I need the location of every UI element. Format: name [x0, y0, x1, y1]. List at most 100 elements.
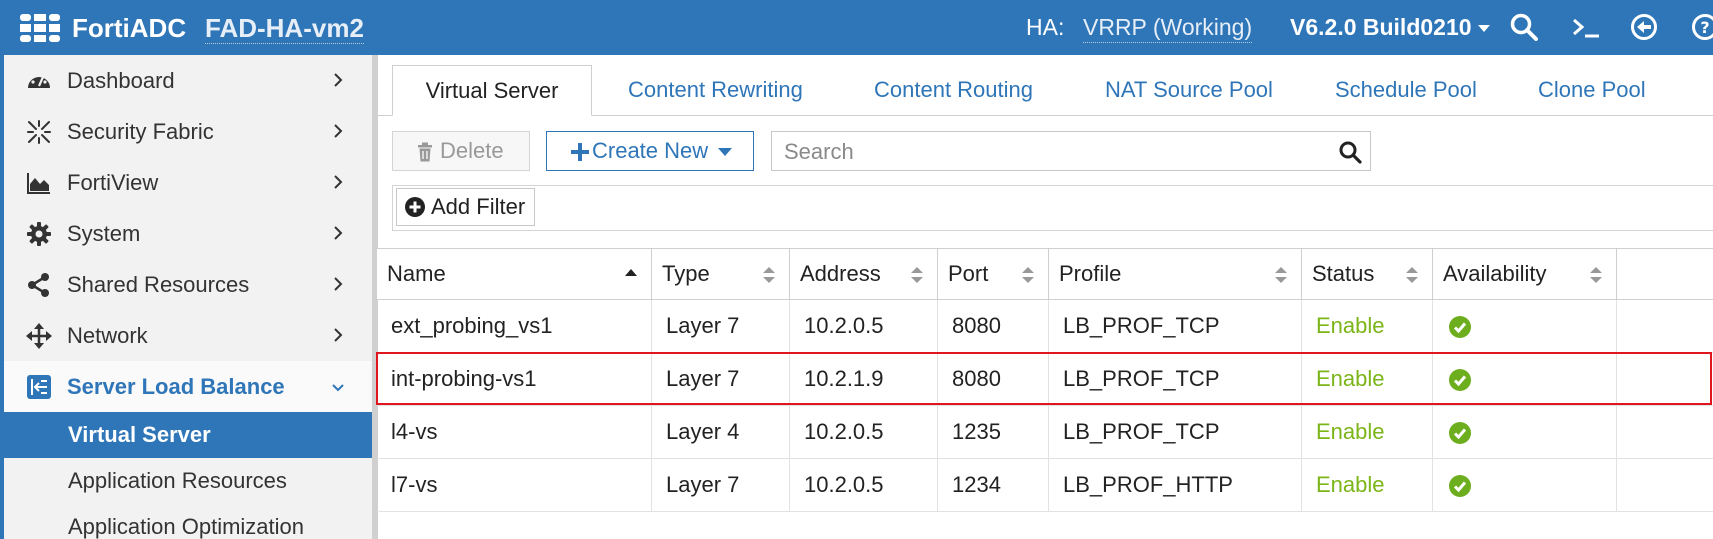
create-new-button[interactable]: Create New: [546, 131, 754, 171]
sidebar-item-label: Dashboard: [67, 68, 175, 93]
chevron-right-icon: [334, 226, 343, 240]
share-icon: [28, 273, 49, 297]
sort-icon: [763, 267, 775, 283]
sidebar-item-network[interactable]: Network: [4, 310, 372, 361]
delete-label: Delete: [440, 138, 504, 163]
check-circle-icon: [1449, 475, 1471, 497]
sidebar-subitem-application-resources[interactable]: Application Resources: [4, 458, 372, 504]
delete-button[interactable]: Delete: [392, 131, 530, 171]
column-header-type[interactable]: Type: [652, 249, 790, 300]
sidebar-subitem-label: Application Resources: [68, 468, 287, 493]
sidebar-subitem-virtual-server[interactable]: Virtual Server: [4, 412, 372, 458]
sidebar-item-system[interactable]: System: [4, 208, 372, 259]
version-dropdown[interactable]: V6.2.0 Build0210: [1290, 12, 1490, 42]
ha-status[interactable]: VRRP (Working): [1083, 12, 1253, 43]
chevron-right-icon: [334, 175, 343, 189]
column-header-port[interactable]: Port: [938, 249, 1049, 300]
column-header-availability[interactable]: Availability: [1433, 249, 1617, 300]
ha-label: HA:: [1026, 14, 1065, 40]
plus-icon: [571, 143, 589, 161]
cell-profile: LB_PROF_TCP: [1049, 300, 1302, 352]
version-label: V6.2.0 Build0210: [1290, 14, 1472, 40]
search-icon[interactable]: [1338, 140, 1362, 164]
chevron-right-icon: [334, 73, 343, 87]
column-label: Type: [662, 261, 710, 286]
column-label: Status: [1312, 261, 1375, 286]
cell-availability: [1433, 459, 1617, 511]
hostname[interactable]: FAD-HA-vm2: [205, 13, 364, 44]
trash-icon: [418, 142, 432, 162]
tab-bar: Virtual Server Content Rewriting Content…: [378, 55, 1713, 117]
sidebar-item-shared-resources[interactable]: Shared Resources: [4, 259, 372, 310]
add-filter-label: Add Filter: [431, 194, 526, 219]
sidebar: Dashboard Security Fabric FortiView Syst…: [0, 55, 372, 539]
sort-icon: [1590, 267, 1602, 283]
tab-schedule-pool[interactable]: Schedule Pool: [1335, 65, 1477, 116]
table-row[interactable]: l4-vs Layer 4 10.2.0.5 1235 LB_PROF_TCP …: [377, 406, 1713, 459]
search-placeholder: Search: [784, 139, 854, 164]
chevron-right-icon: [334, 277, 343, 291]
cell-profile: LB_PROF_TCP: [1049, 353, 1302, 405]
cell-port: 8080: [938, 300, 1049, 352]
sort-icon: [1406, 267, 1418, 283]
sidebar-subitem-application-optimization[interactable]: Application Optimization: [4, 504, 372, 539]
cell-name: l4-vs: [377, 406, 652, 458]
search-icon[interactable]: [1509, 12, 1539, 42]
dashboard-icon: [28, 72, 50, 88]
cell-status: Enable: [1302, 300, 1433, 352]
tab-content-routing[interactable]: Content Routing: [874, 65, 1033, 116]
cell-address: 10.2.0.5: [790, 300, 938, 352]
add-filter-button[interactable]: Add Filter: [396, 188, 535, 226]
column-header-address[interactable]: Address: [790, 249, 938, 300]
column-header-profile[interactable]: Profile: [1049, 249, 1302, 300]
sidebar-item-server-load-balance[interactable]: Server Load Balance: [4, 361, 372, 412]
tab-clone-pool[interactable]: Clone Pool: [1538, 65, 1646, 116]
plus-circle-icon: [405, 197, 425, 217]
sidebar-subitem-label: Application Optimization: [68, 514, 305, 539]
sidebar-item-label: System: [67, 221, 141, 246]
sidebar-item-label: Security Fabric: [67, 119, 214, 144]
cell-name: ext_probing_vs1: [377, 300, 652, 352]
search-input[interactable]: Search: [771, 131, 1371, 171]
check-circle-icon: [1449, 316, 1471, 338]
column-label: Address: [800, 261, 881, 286]
move-arrows-icon: [26, 323, 52, 349]
cell-profile: LB_PROF_TCP: [1049, 406, 1302, 458]
caret-down-icon: [718, 148, 732, 156]
tab-content-rewriting[interactable]: Content Rewriting: [628, 65, 803, 116]
table-row[interactable]: ext_probing_vs1 Layer 7 10.2.0.5 8080 LB…: [377, 300, 1713, 353]
create-new-label: Create New: [592, 138, 709, 163]
cell-availability: [1433, 300, 1617, 352]
tab-nat-source-pool[interactable]: NAT Source Pool: [1105, 65, 1273, 116]
sidebar-item-dashboard[interactable]: Dashboard: [4, 55, 372, 106]
logout-icon[interactable]: [1629, 12, 1659, 42]
chevron-down-icon: [332, 384, 344, 392]
sort-ascending-icon: [625, 269, 637, 276]
cell-name: l7-vs: [377, 459, 652, 511]
table-row-highlighted[interactable]: int-probing-vs1 Layer 7 10.2.1.9 8080 LB…: [376, 352, 1713, 406]
area-chart-icon: [27, 173, 50, 194]
cell-status: Enable: [1302, 353, 1433, 405]
column-label: Port: [948, 261, 989, 286]
table-header: Name Type Address Port Profile Status Av…: [377, 248, 1713, 300]
tab-virtual-server[interactable]: Virtual Server: [392, 65, 592, 116]
column-header-extra: [1617, 249, 1713, 300]
chevron-right-icon: [334, 124, 343, 138]
sidebar-item-fortiview[interactable]: FortiView: [4, 157, 372, 208]
cell-availability: [1433, 406, 1617, 458]
sidebar-item-label: Server Load Balance: [67, 374, 285, 399]
help-icon[interactable]: ?: [1690, 12, 1713, 42]
cell-name: int-probing-vs1: [377, 353, 652, 405]
check-circle-icon: [1449, 422, 1471, 444]
logo-icon[interactable]: [18, 12, 62, 44]
sidebar-item-security-fabric[interactable]: Security Fabric: [4, 106, 372, 157]
filter-bar: Add Filter: [392, 185, 1713, 231]
column-header-name[interactable]: Name: [377, 249, 652, 300]
column-label: Name: [387, 261, 446, 286]
cli-icon[interactable]: [1571, 12, 1601, 42]
column-header-status[interactable]: Status: [1302, 249, 1433, 300]
cell-address: 10.2.1.9: [790, 353, 938, 405]
table-row[interactable]: l7-vs Layer 7 10.2.0.5 1234 LB_PROF_HTTP…: [377, 459, 1713, 512]
column-label: Profile: [1059, 261, 1122, 286]
security-fabric-icon: [27, 120, 51, 144]
